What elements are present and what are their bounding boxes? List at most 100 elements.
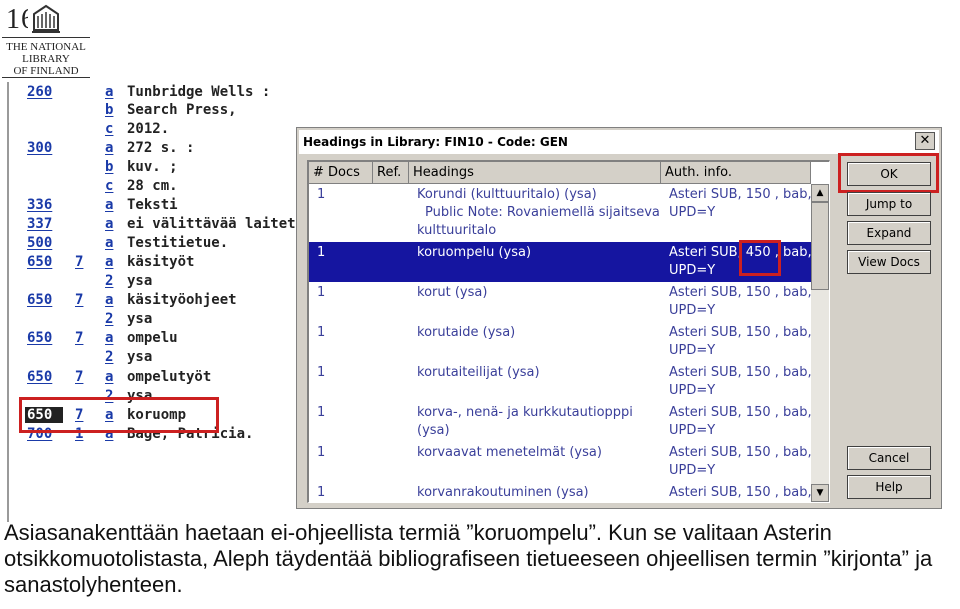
marc-subfield-code[interactable]: a [105, 84, 117, 100]
marc-indicator[interactable]: 7 [75, 254, 95, 270]
auth-info-status: UPD=Y [669, 343, 716, 358]
doc-count: 1 [317, 405, 326, 420]
dialog-title: Headings in Library: FIN10 - Code: GEN [303, 135, 568, 149]
crest-icon [28, 2, 64, 36]
marc-indicator[interactable]: 7 [75, 369, 95, 385]
marc-record-editor[interactable]: 260 a Tunbridge Wells : b Search Press, c 2012… [7, 82, 297, 522]
marc-subfield-code[interactable]: a [105, 369, 117, 385]
dialog-titlebar: Headings in Library: FIN10 - Code: GEN ✕ [299, 130, 939, 154]
doc-count: 1 [317, 445, 326, 460]
auth-info-status: UPD=Y [669, 423, 716, 438]
marc-subfield-code[interactable]: a [105, 330, 117, 346]
heading-row[interactable]: 1 korvanrakoutuminen (ysa) Asteri SUB, 150… [309, 482, 811, 502]
marc-subfield-code[interactable]: a [105, 254, 117, 270]
marc-tag[interactable]: 650 [27, 330, 61, 346]
marc-subfield-code[interactable]: a [105, 140, 117, 156]
auth-info: Asteri SUB, 150 , bab, [669, 285, 811, 300]
scroll-up-icon[interactable]: ▲ [811, 184, 829, 202]
heading-row[interactable]: 1 korvaavat menetelmät (ysa) Asteri SUB, 1… [309, 442, 811, 482]
column-auth-info[interactable]: Auth. info. [661, 162, 811, 184]
heading-text: Korundi (kulttuuritalo) (ysa) [417, 187, 597, 202]
help-button[interactable]: Help [847, 475, 931, 499]
marc-tag[interactable]: 500 [27, 235, 61, 251]
caption-text: Asiasanakenttään haetaan ei-ohjeellista … [4, 520, 933, 597]
heading-text-cont: (ysa) [417, 423, 450, 438]
headings-dialog: Headings in Library: FIN10 - Code: GEN ✕… [296, 127, 942, 509]
marc-tag[interactable]: 650 [27, 369, 61, 385]
marc-subfield-code[interactable]: b [105, 159, 117, 175]
public-note-cont: kulttuuritalo [417, 223, 497, 238]
expand-button[interactable]: Expand [847, 221, 931, 245]
marc-subfield-code[interactable]: a [105, 235, 117, 251]
marc-tag[interactable]: 650 [27, 292, 61, 308]
doc-count: 1 [317, 245, 326, 260]
marc-tag[interactable]: 337 [27, 216, 61, 232]
marc-tag[interactable]: 300 [27, 140, 61, 156]
heading-row[interactable]: 1 korva-, nenä- ja kurkkutautiopppi (ysa) A… [309, 402, 811, 442]
scroll-thumb[interactable] [811, 202, 829, 290]
scrollbar[interactable]: ▲ ▼ [811, 184, 829, 502]
auth-info: Asteri SUB, 150 , bab, [669, 365, 811, 380]
marc-field-value: käsityöt [127, 254, 195, 270]
marc-subfield-code[interactable]: 2 [105, 273, 117, 289]
heading-row[interactable]: 1 korutaide (ysa) Asteri SUB, 150 , bab, UP… [309, 322, 811, 362]
heading-text: korvaavat menetelmät (ysa) [417, 445, 602, 460]
auth-info-status: UPD=Y [669, 303, 716, 318]
auth-info: Asteri SUB, 150 , bab, [669, 485, 811, 500]
marc-field-value: ysa [127, 349, 153, 365]
auth-info: Asteri SUB, 150 , bab, [669, 405, 811, 420]
column-docs[interactable]: # Docs [309, 162, 373, 184]
marc-field-value: 28 cm. [127, 178, 178, 194]
logo-name-line: OF FINLAND [13, 65, 79, 77]
marc-field-value: Teksti [127, 197, 178, 213]
close-icon[interactable]: ✕ [915, 132, 935, 150]
jump-to-button[interactable]: Jump to [847, 192, 931, 216]
marc-field-value: käsityöohjeet [127, 292, 237, 308]
heading-text: korutaiteilijat (ysa) [417, 365, 540, 380]
marc-subfield-code[interactable]: 2 [105, 311, 117, 327]
marc-field-value: Search Press, [127, 102, 237, 118]
auth-info-status: UPD=Y [669, 463, 716, 478]
marc-indicator[interactable]: 7 [75, 292, 95, 308]
auth-info-status: UPD=Y [669, 205, 716, 220]
marc-tag[interactable]: 260 [27, 84, 61, 100]
marc-subfield-code[interactable]: a [105, 292, 117, 308]
heading-row[interactable]: 1 koruompelu (ysa) Asteri SUB, 450 , bab, U… [309, 242, 811, 282]
marc-subfield-code[interactable]: a [105, 197, 117, 213]
heading-text: korut (ysa) [417, 285, 488, 300]
view-docs-button[interactable]: View Docs [847, 250, 931, 274]
heading-text: korva-, nenä- ja kurkkutautiopppi [417, 405, 633, 420]
auth-info: Asteri SUB, 150 , bab, [669, 187, 811, 202]
heading-row[interactable]: 1 korut (ysa) Asteri SUB, 150 , bab, UPD=Y [309, 282, 811, 322]
marc-field-value: ysa [127, 311, 153, 327]
editor-border [7, 82, 9, 522]
auth-info-status: UPD=Y [669, 383, 716, 398]
marc-indicator[interactable]: 7 [75, 330, 95, 346]
headings-list[interactable]: # Docs Ref. Headings Auth. info. 1 Korund… [307, 160, 830, 503]
marc-tag[interactable]: 336 [27, 197, 61, 213]
logo-rule [2, 77, 90, 78]
heading-row[interactable]: 1 Korundi (kulttuuritalo) (ysa) Public Not… [309, 184, 811, 242]
marc-subfield-code[interactable]: b [105, 102, 117, 118]
list-header: # Docs Ref. Headings Auth. info. [309, 162, 811, 184]
list-rows: 1 Korundi (kulttuuritalo) (ysa) Public Not… [309, 184, 811, 502]
cancel-button[interactable]: Cancel [847, 446, 931, 470]
column-ref[interactable]: Ref. [373, 162, 409, 184]
marc-tag[interactable]: 650 [27, 254, 61, 270]
heading-text: korvanrakoutuminen (ysa) [417, 485, 589, 500]
scroll-down-icon[interactable]: ▼ [811, 484, 829, 502]
marc-subfield-code[interactable]: c [105, 121, 117, 137]
marc-subfield-code[interactable]: a [105, 216, 117, 232]
logo-name-line: LIBRARY [22, 53, 70, 65]
marc-field-value: Tunbridge Wells : [127, 84, 271, 100]
marc-subfield-code[interactable]: 2 [105, 349, 117, 365]
column-headings[interactable]: Headings [409, 162, 661, 184]
marc-field-value: ompelutyöt [127, 369, 212, 385]
heading-text: korutaide (ysa) [417, 325, 516, 340]
logo-rule [2, 37, 90, 38]
doc-count: 1 [317, 365, 326, 380]
marc-field-value: kuv. ; [127, 159, 178, 175]
logo-name-line: THE NATIONAL [6, 41, 86, 53]
heading-row[interactable]: 1 korutaiteilijat (ysa) Asteri SUB, 150 , … [309, 362, 811, 402]
marc-subfield-code[interactable]: c [105, 178, 117, 194]
